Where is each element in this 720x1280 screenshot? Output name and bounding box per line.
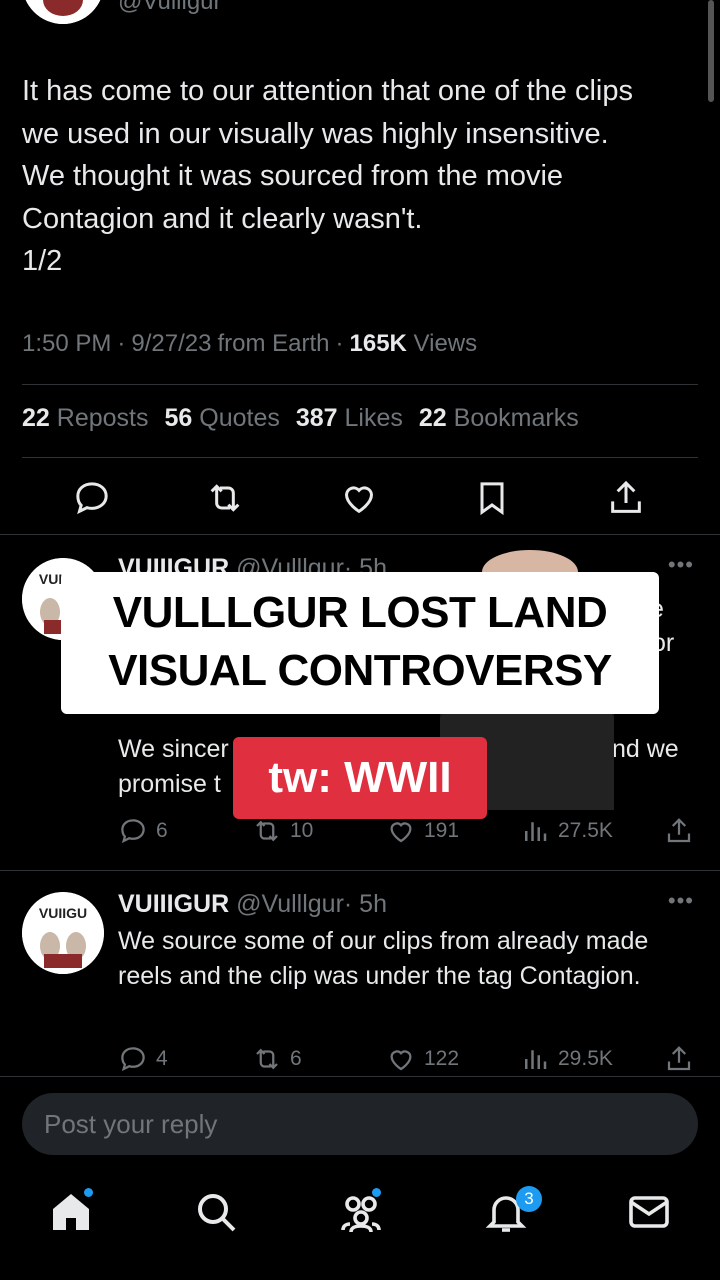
bookmark-icon[interactable] [472,478,512,518]
comment-count: 4 [156,1047,168,1070]
reply-views-button[interactable]: 27.5K [520,814,613,848]
views-icon [525,822,547,841]
share-icon[interactable] [606,478,646,518]
caption-line-1: VULLLGUR LOST LAND [112,588,608,637]
like-count: 122 [424,1047,460,1070]
view-count: 27.5K [558,819,613,842]
notifications-badge: 3 [516,1186,542,1212]
quotes-stat[interactable]: 56 Quotes [164,404,279,433]
reply-icon[interactable] [72,478,112,518]
view-count: 29.5K [558,1047,613,1070]
scrollbar[interactable] [708,0,714,102]
repost-icon [256,1048,278,1070]
reply-body-fragment: We sincer [118,735,229,763]
reply-comment-button[interactable]: 6 [118,814,168,848]
repost-count: 10 [290,819,314,842]
search-icon[interactable] [192,1188,240,1236]
engagement-stats: 22 Reposts 56 Quotes 387 Likes 22 Bookma… [22,404,579,433]
views-label: Views [413,330,478,357]
share-icon[interactable] [664,1044,694,1074]
like-icon [390,1050,412,1071]
communities-unread-dot [372,1188,381,1197]
author-avatar[interactable] [22,0,104,24]
reply-repost-button[interactable]: 10 [252,814,313,848]
views-icon [525,1050,547,1069]
divider [0,1076,720,1077]
reply-author-handle[interactable]: @Vulllgur [236,890,344,918]
tweet-time: 1:50 PM [22,330,112,357]
reply-like-button[interactable]: 191 [386,814,459,848]
repost-count: 6 [290,1047,302,1070]
repost-icon [256,820,278,842]
reply-age: · 5h [343,890,387,918]
svg-text:VUIIGU: VUIIGU [39,905,87,921]
divider [22,384,698,385]
reply-icon [121,819,145,844]
reply-icon [121,1047,145,1072]
reposts-stat[interactable]: 22 Reposts [22,404,148,433]
reply-body-fragment: promise t [118,770,221,798]
like-count: 191 [424,819,460,842]
repost-icon[interactable] [205,478,245,518]
tweet-source: from Earth [217,330,330,357]
like-icon[interactable] [339,478,379,518]
author-handle[interactable]: @Vulllgur [118,0,222,16]
reply-body: We source some of our clips from already… [118,927,649,990]
messages-icon[interactable] [625,1188,673,1236]
reply-actions: 6 10 191 27.5K [118,814,698,848]
tweet-actions [0,470,720,526]
tweet-meta: 1:50 PM · 9/27/23 from Earth · 165K Views [22,330,478,357]
reply-actions: 4 6 122 29.5K [118,1042,698,1076]
reply-body-fragment: nd we [612,735,679,763]
reply-repost-button[interactable]: 6 [252,1042,302,1076]
caption-line-2: VISUAL CONTROVERSY [108,646,612,695]
bottom-tab-bar [0,1172,720,1280]
reply-input[interactable]: Post your reply [22,1093,698,1155]
tweet-date: 9/27/23 [131,330,212,357]
reply-comment-button[interactable]: 4 [118,1042,168,1076]
more-options-icon[interactable]: ••• [668,552,694,578]
more-options-icon[interactable]: ••• [668,888,694,914]
reply-views-button[interactable]: 29.5K [520,1042,613,1076]
video-caption: VULLLGUR LOST LAND VISUAL CONTROVERSY [61,572,659,714]
trigger-warning-label: tw: WWII [233,737,487,819]
reply-tweet[interactable]: VUIIGU VUIIIGUR @Vulllgur· 5h ••• We sou… [0,870,720,1076]
tweet-text: It has come to our attention that one of… [22,75,633,277]
comment-count: 6 [156,819,168,842]
reply-like-button[interactable]: 122 [386,1042,459,1076]
reply-author-name[interactable]: VUIIIGUR [118,890,229,918]
likes-stat[interactable]: 387 Likes [296,404,403,433]
share-icon[interactable] [664,816,694,846]
home-unread-dot [84,1188,93,1197]
reply-avatar[interactable]: VUIIGU [22,892,104,974]
views-count: 165K [349,330,407,357]
bookmarks-stat[interactable]: 22 Bookmarks [419,404,579,433]
divider [22,457,698,458]
like-icon [390,822,412,843]
